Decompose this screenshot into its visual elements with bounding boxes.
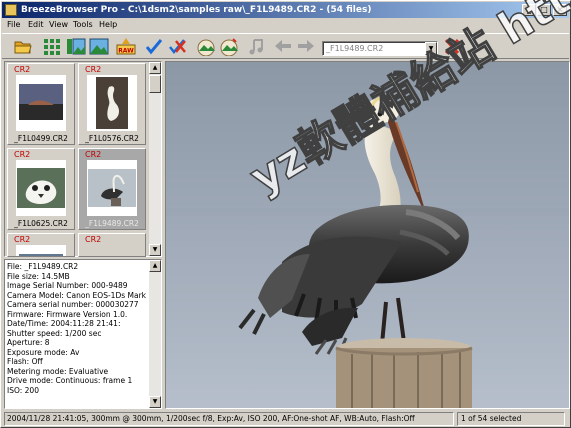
thumbnail-image [16, 245, 66, 256]
menu-bar: File Edit View Tools Help [2, 18, 569, 32]
info-scrollbar[interactable]: ▲ ▼ [149, 260, 161, 408]
thumbnail-item[interactable]: CR2 [7, 233, 75, 257]
chevron-down-icon[interactable]: ▼ [425, 42, 437, 55]
thumbnail-item[interactable]: CR2 _F1L0625.CR2 [7, 148, 75, 230]
exif-info-panel: File: _F1L9489.CR2 File size: 14.5MB Image… [4, 259, 162, 409]
exif-info-line: File: _F1L9489.CR2 [7, 262, 79, 271]
thumbnail-panel: CR2 _F1L0499.CR2 CR2 _F1L0576.CR2 CR2 _F… [4, 61, 162, 257]
open-folder-icon[interactable] [13, 37, 33, 56]
menu-edit[interactable]: Edit [28, 18, 44, 32]
exif-info-line: ISO: 200 [7, 385, 39, 395]
file-select-value: _F1L9489.CR2 [326, 44, 384, 53]
thumbnail-scrollbar[interactable]: ▲ ▼ [149, 62, 161, 256]
exif-info-line: Flash: Off [7, 357, 43, 366]
title-bar[interactable]: BreezeBrowser Pro - C:\1dsm2\samples raw… [2, 2, 569, 18]
image-preview[interactable] [165, 61, 570, 409]
close-button[interactable]: × [553, 4, 567, 16]
thumbnail-item[interactable]: CR2 _F1L0499.CR2 [7, 63, 75, 145]
raw-tag: CR2 [85, 150, 102, 159]
exif-info-line: Shutter speed: 1/200 sec [7, 328, 102, 338]
status-bar: 2004/11/28 21:41:05, 300mm @ 300mm, 1/20… [2, 411, 569, 427]
exif-info-list: File: _F1L9489.CR2 File size: 14.5MB Image… [7, 262, 147, 395]
raw-tag: CR2 [14, 65, 31, 74]
landscape-alt-icon[interactable] [219, 37, 239, 56]
raw-tag: CR2 [14, 235, 31, 244]
raw-tag: CR2 [14, 150, 31, 159]
thumbs-preview-icon[interactable] [66, 37, 86, 56]
thumbnail-image [16, 75, 66, 131]
scroll-up-icon[interactable]: ▲ [149, 260, 161, 272]
exif-info-line: Camera Model: Canon EOS-1Ds Mark II [7, 290, 147, 300]
status-photo-info: 2004/11/28 21:41:05, 300mm @ 300mm, 1/20… [4, 412, 454, 426]
exif-info-line: Camera serial number: 000030277 [7, 300, 139, 309]
minimize-button[interactable]: _ [522, 4, 536, 16]
thumbnail-name: _F1L9489.CR2 [85, 219, 139, 228]
menu-file[interactable]: File [7, 18, 20, 32]
raw-tag: CR2 [85, 235, 102, 244]
scroll-down-icon[interactable]: ▼ [149, 396, 161, 408]
status-selection-count: 1 of 54 selected [457, 412, 565, 426]
scroll-thumb[interactable] [149, 75, 161, 93]
file-select-combo[interactable]: _F1L9489.CR2 ▼ [322, 41, 438, 56]
maximize-button[interactable]: □ [537, 4, 551, 16]
menu-tools[interactable]: Tools [73, 18, 93, 32]
exif-info-line: Date/Time: 2004:11:28 21:41: [7, 319, 121, 328]
delete-icon[interactable] [442, 37, 462, 56]
exif-info-line: Metering mode: Evaluative [7, 366, 109, 376]
grid-view-icon[interactable] [42, 37, 62, 56]
window-title: BreezeBrowser Pro - C:\1dsm2\samples raw… [21, 5, 372, 15]
scroll-up-icon[interactable]: ▲ [149, 62, 161, 74]
mark-cross-icon[interactable] [167, 37, 187, 56]
app-window: BreezeBrowser Pro - C:\1dsm2\samples raw… [0, 0, 571, 428]
music-note-icon[interactable] [246, 37, 266, 56]
exif-info-line: Firmware: Firmware Version 1.0. [7, 309, 128, 319]
thumbnail-image [87, 160, 137, 216]
raw-icon-label: RAW [118, 48, 134, 55]
raw-icon[interactable]: RAW [116, 37, 136, 56]
scroll-down-icon[interactable]: ▼ [149, 244, 161, 256]
back-arrow-icon[interactable] [273, 37, 293, 56]
menu-view[interactable]: View [49, 18, 68, 32]
large-preview-icon[interactable] [89, 37, 109, 56]
landscape-icon[interactable] [196, 37, 216, 56]
app-icon [5, 4, 17, 16]
pelican-photo [166, 62, 569, 408]
thumbnail-image [87, 75, 137, 131]
exif-info-line: Image Serial Number: 000-9489 [7, 281, 128, 290]
toolbar: RAW _F1L9489.CR2 ▼ [2, 33, 569, 59]
menu-help[interactable]: Help [99, 18, 117, 32]
thumbnail-image [16, 160, 66, 216]
exif-info-line: File size: 14.5MB [7, 271, 70, 281]
thumbnail-name: _F1L0576.CR2 [85, 134, 139, 143]
thumbnail-item[interactable]: CR2 [78, 233, 146, 257]
exif-info-line: Aperture: 8 [7, 338, 50, 347]
exif-info-line: Drive mode: Continuous: frame 1 [7, 376, 133, 385]
thumbnail-item[interactable]: CR2 _F1L0576.CR2 [78, 63, 146, 145]
check-icon[interactable] [144, 37, 164, 56]
exif-info-line: Exposure mode: Av [7, 347, 80, 357]
thumbnail-item-selected[interactable]: CR2 _F1L9489.CR2 [78, 148, 146, 230]
thumbnail-name: _F1L0625.CR2 [14, 219, 68, 228]
thumbnail-name: _F1L0499.CR2 [14, 134, 68, 143]
forward-arrow-icon[interactable] [296, 37, 316, 56]
raw-tag: CR2 [85, 65, 102, 74]
